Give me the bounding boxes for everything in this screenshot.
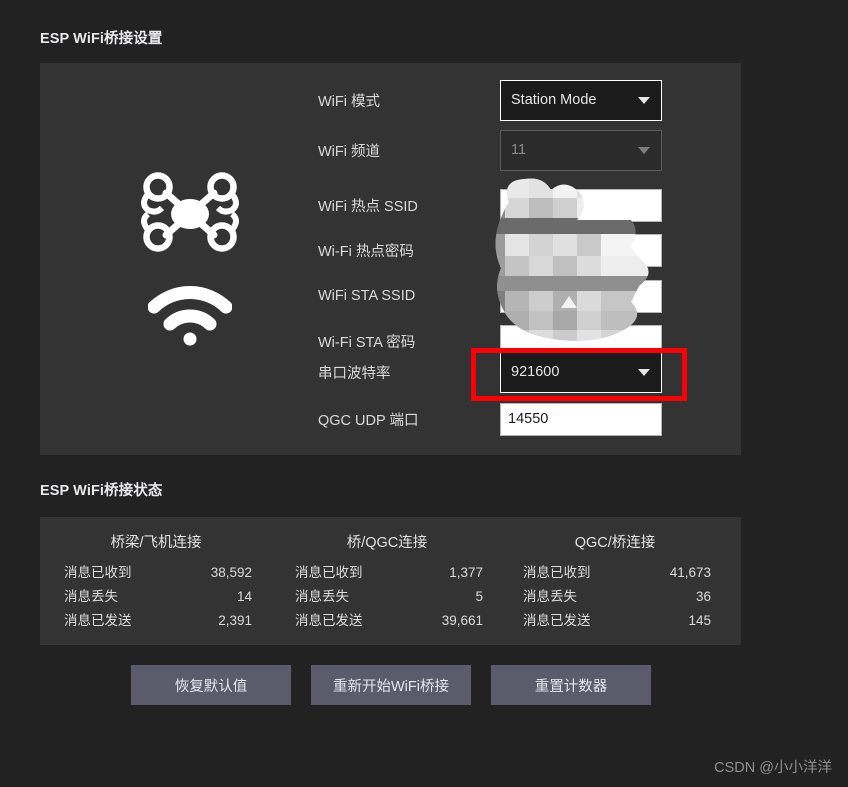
- status-group: 桥梁/飞机连接消息已收到 38,592 消息丢失 14 消息已发送 2,391: [50, 531, 262, 633]
- status-value: 1,377: [449, 565, 483, 580]
- status-value: 2,391: [218, 613, 252, 628]
- form-row: WiFi STA SSID: [318, 279, 718, 313]
- form-row: Wi-Fi 热点密码: [318, 233, 718, 267]
- select-value: Station Mode: [511, 92, 597, 108]
- form-row: 串口波特率 921600: [318, 351, 718, 393]
- form-label: Wi-Fi 热点密码: [318, 243, 414, 260]
- field-wrapper: [500, 233, 662, 267]
- text-input-2[interactable]: [500, 188, 662, 222]
- field-wrapper: [500, 188, 662, 222]
- select-6[interactable]: 921600: [500, 351, 662, 393]
- status-label: 消息已发送: [64, 613, 132, 628]
- settings-panel: WiFi 模式 Station Mode WiFi 频道 11 WiFi 热点 SSID…: [40, 63, 741, 455]
- status-value: 38,592: [210, 565, 252, 580]
- status-value: 39,661: [441, 613, 483, 628]
- status-panel: 桥梁/飞机连接消息已收到 38,592 消息丢失 14 消息已发送 2,391 桥/QGC连…: [40, 517, 741, 645]
- status-label: 消息丢失: [295, 589, 349, 604]
- status-row: 消息丢失 36: [509, 585, 721, 609]
- wifi-icon: [147, 285, 233, 352]
- field-wrapper: 11: [500, 129, 662, 171]
- form-label: WiFi 频道: [318, 143, 381, 160]
- restart-wifi-bridge-button[interactable]: 重新开始WiFi桥接: [311, 665, 471, 705]
- status-value: 5: [475, 589, 483, 604]
- text-input-3[interactable]: [500, 233, 662, 267]
- field-wrapper: 921600: [500, 351, 662, 393]
- field-wrapper: Station Mode: [500, 79, 662, 121]
- reset-defaults-button[interactable]: 恢复默认值: [131, 665, 291, 705]
- status-label: 消息已收到: [64, 565, 132, 580]
- text-input-7[interactable]: [500, 402, 662, 436]
- status-row: 消息丢失 14: [50, 585, 262, 609]
- status-row: 消息已发送 145: [509, 609, 721, 633]
- form-label: Wi-Fi STA 密码: [318, 334, 416, 351]
- form-label: WiFi 模式: [318, 93, 381, 110]
- chevron-down-icon: [638, 97, 650, 104]
- text-input-4[interactable]: [500, 279, 662, 313]
- status-label: 消息已发送: [295, 613, 363, 628]
- field-wrapper: [500, 279, 662, 313]
- status-label: 消息已收到: [295, 565, 363, 580]
- status-row: 消息已发送 2,391: [50, 609, 262, 633]
- status-value: 41,673: [669, 565, 711, 580]
- settings-section-heading: ESP WiFi桥接设置: [40, 31, 163, 47]
- form-row: WiFi 频道 11: [318, 129, 718, 171]
- form-label: QGC UDP 端口: [318, 412, 419, 429]
- status-label: 消息丢失: [64, 589, 118, 604]
- status-label: 消息丢失: [523, 589, 577, 604]
- form-label: WiFi 热点 SSID: [318, 198, 418, 215]
- status-row: 消息已收到 41,673: [509, 561, 721, 585]
- form-label: WiFi STA SSID: [318, 288, 416, 304]
- form-row: QGC UDP 端口: [318, 402, 718, 436]
- status-group: 桥/QGC连接消息已收到 1,377 消息丢失 5 消息已发送 39,661: [281, 531, 493, 633]
- select-1: 11: [500, 129, 662, 171]
- status-value: 14: [236, 589, 252, 604]
- status-group-title: QGC/桥连接: [574, 535, 656, 551]
- status-section-heading: ESP WiFi桥接状态: [40, 483, 163, 499]
- chevron-down-icon: [638, 147, 650, 154]
- form-row: WiFi 模式 Station Mode: [318, 79, 718, 121]
- form-row: Wi-Fi STA 密码: [318, 324, 718, 358]
- status-label: 消息已发送: [523, 613, 591, 628]
- icon-column: [40, 63, 340, 455]
- form-row: WiFi 热点 SSID: [318, 188, 718, 222]
- status-row: 消息已收到 38,592: [50, 561, 262, 585]
- status-group: QGC/桥连接消息已收到 41,673 消息丢失 36 消息已发送 145: [509, 531, 721, 633]
- status-value: 36: [695, 589, 711, 604]
- select-0[interactable]: Station Mode: [500, 79, 662, 121]
- status-row: 消息丢失 5: [281, 585, 493, 609]
- form-label: 串口波特率: [318, 365, 391, 382]
- status-group-title: 桥/QGC连接: [346, 535, 428, 551]
- status-label: 消息已收到: [523, 565, 591, 580]
- status-row: 消息已发送 39,661: [281, 609, 493, 633]
- select-value: 11: [511, 142, 527, 158]
- status-row: 消息已收到 1,377: [281, 561, 493, 585]
- status-group-title: 桥梁/飞机连接: [110, 535, 202, 551]
- chevron-down-icon: [638, 369, 650, 376]
- watermark: CSDN @小小洋洋: [714, 760, 832, 776]
- select-value: 921600: [511, 364, 560, 380]
- drone-icon: [136, 172, 244, 261]
- status-value: 145: [688, 613, 711, 628]
- field-wrapper: [500, 402, 662, 436]
- reset-counters-button[interactable]: 重置计数器: [491, 665, 651, 705]
